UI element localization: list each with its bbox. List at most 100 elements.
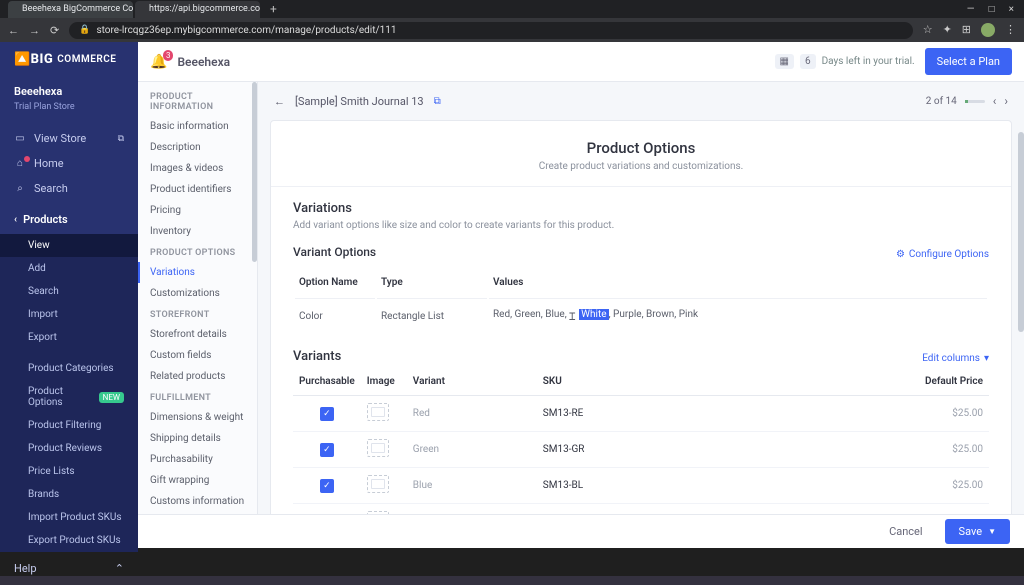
sidebar-item-help[interactable]: Help⌃ [0,552,138,585]
variant-row[interactable]: ✓ Purple SM13-PL $25.00 [293,504,989,515]
sidenav-pricing[interactable]: Pricing [138,200,257,221]
new-tab-button[interactable]: + [262,2,285,16]
reload-icon[interactable]: ⟳ [50,24,59,37]
product-title: [Sample] Smith Journal 13 [295,95,424,108]
variant-row[interactable]: ✓ Red SM13-RE $25.00 [293,396,989,432]
external-icon[interactable]: ⧉ [434,96,441,107]
product-sidenav: PRODUCT INFORMATION Basic information De… [138,82,258,514]
purchasable-checkbox[interactable]: ✓ [320,443,334,457]
sidebar-item-search-products[interactable]: Search [0,280,138,303]
card-subtitle: Create product variations and customizat… [271,161,1011,172]
image-placeholder[interactable] [367,475,389,493]
option-row[interactable]: Color Rectangle List Red, Green, Blue, Ꮖ… [295,298,987,333]
save-button[interactable]: Save▼ [945,519,1010,544]
os-taskbar[interactable] [0,548,1024,576]
sidenav-customizations[interactable]: Customizations [138,283,257,304]
configure-options-link[interactable]: ⚙Configure Options [896,249,989,260]
sidenav-basic[interactable]: Basic information [138,116,257,137]
sidenav-inventory[interactable]: Inventory [138,221,257,242]
sidebar-item-brands[interactable]: Brands [0,483,138,506]
variant-options-heading: Variant Options [293,245,376,259]
grid-icon[interactable]: ▦ [775,54,794,69]
scrollbar[interactable] [252,82,257,262]
purchasable-checkbox[interactable]: ✓ [320,479,334,493]
sidenav-images[interactable]: Images & videos [138,158,257,179]
sidebar-item-categories[interactable]: Product Categories [0,357,138,380]
pager-label: 2 of 14 [926,96,957,107]
image-placeholder[interactable] [367,511,389,514]
sidenav-custom-fields[interactable]: Custom fields [138,345,257,366]
sidebar-section-products[interactable]: ‹Products [0,205,138,234]
th-price: Default Price [909,368,989,396]
chevron-left-icon: ‹ [14,214,17,225]
sidenav-gift[interactable]: Gift wrapping [138,470,257,491]
sidebar-item-reviews[interactable]: Product Reviews [0,437,138,460]
sidebar-item-export-skus[interactable]: Export Product SKUs [0,529,138,552]
star-icon[interactable]: ☆ [923,23,933,37]
variations-desc: Add variant options like size and color … [293,220,989,231]
image-placeholder[interactable] [367,439,389,457]
external-icon: ⧉ [118,134,124,144]
variant-sku: SM13-RE [537,396,909,432]
variant-name: Red [407,396,537,432]
th-sku: SKU [537,368,909,396]
minimize-icon[interactable]: — [967,4,975,15]
cancel-button[interactable]: Cancel [877,519,934,544]
notifications-icon[interactable]: 🔔 [150,54,167,70]
sidenav-dimensions[interactable]: Dimensions & weight [138,407,257,428]
close-window-icon[interactable]: × [1009,4,1014,15]
puzzle-icon[interactable]: ⊞ [962,23,971,37]
sidenav-shipping[interactable]: Shipping details [138,428,257,449]
text-cursor-icon: Ꮖ [569,312,579,326]
sidenav-variations[interactable]: Variations [138,262,257,283]
home-icon: ⌂ [14,158,26,169]
sidenav-related[interactable]: Related products [138,366,257,387]
variant-sku: SM13-GR [537,432,909,468]
extension-icon[interactable]: ✦ [943,23,952,37]
edit-columns-link[interactable]: Edit columns▾ [922,353,989,364]
sidebar-item-view[interactable]: View [0,234,138,257]
maximize-icon[interactable]: □ [989,4,995,15]
sidebar-item-product-options[interactable]: Product OptionsNEW [0,380,138,414]
sidebar-item-view-store[interactable]: ▭View Store⧉ [0,126,138,151]
variant-row[interactable]: ✓ Blue SM13-BL $25.00 [293,468,989,504]
variant-price: $25.00 [909,396,989,432]
image-placeholder[interactable] [367,403,389,421]
url-field[interactable]: 🔒store-lrcqgz36ep.mybigcommerce.com/mana… [69,22,912,39]
purchasable-checkbox[interactable]: ✓ [320,407,334,421]
variants-heading: Variants [293,349,341,364]
sidebar-item-search[interactable]: ⌕Search [0,176,138,201]
sidenav-description[interactable]: Description [138,137,257,158]
sidebar-item-home[interactable]: ⌂Home [0,151,138,176]
main-content: ← [Sample] Smith Journal 13 ⧉ 2 of 14 ‹ … [258,82,1024,514]
topbar: 🔔 Beeehexa ▦6Days left in your trial. Se… [138,42,1024,82]
option-values[interactable]: Red, Green, Blue, ᏆWhite, Purple, Brown,… [489,298,987,333]
sidebar-item-import[interactable]: Import [0,303,138,326]
browser-tab[interactable]: Beeehexa BigCommerce Contro× [8,1,133,18]
back-icon[interactable]: ← [8,24,19,37]
search-icon: ⌕ [14,183,26,194]
variant-row[interactable]: ✓ Green SM13-GR $25.00 [293,432,989,468]
sidebar-item-filtering[interactable]: Product Filtering [0,414,138,437]
pager-prev-icon[interactable]: ‹ [993,94,997,108]
variant-sku: SM13-PL [537,504,909,515]
sidebar-item-add[interactable]: Add [0,257,138,280]
pager-next-icon[interactable]: › [1004,94,1008,108]
forward-icon[interactable]: → [29,24,40,37]
menu-icon[interactable]: ⋮ [1005,23,1016,37]
sidebar-item-import-skus[interactable]: Import Product SKUs [0,506,138,529]
sidebar-item-pricelists[interactable]: Price Lists [0,460,138,483]
sidenav-purchasability[interactable]: Purchasability [138,449,257,470]
sidenav-group: PRODUCT INFORMATION [138,86,257,116]
sidenav-storefront-details[interactable]: Storefront details [138,324,257,345]
browser-tab[interactable]: https://api.bigcommerce.com/s× [135,1,260,18]
sidenav-customs[interactable]: Customs information [138,491,257,512]
th-option-name: Option Name [295,269,375,296]
variant-name: Green [407,432,537,468]
select-plan-button[interactable]: Select a Plan [925,48,1012,75]
sidebar-item-export[interactable]: Export [0,326,138,349]
profile-avatar[interactable] [981,23,995,37]
scrollbar[interactable] [1018,132,1024,332]
sidenav-identifiers[interactable]: Product identifiers [138,179,257,200]
back-icon[interactable]: ← [274,95,285,108]
